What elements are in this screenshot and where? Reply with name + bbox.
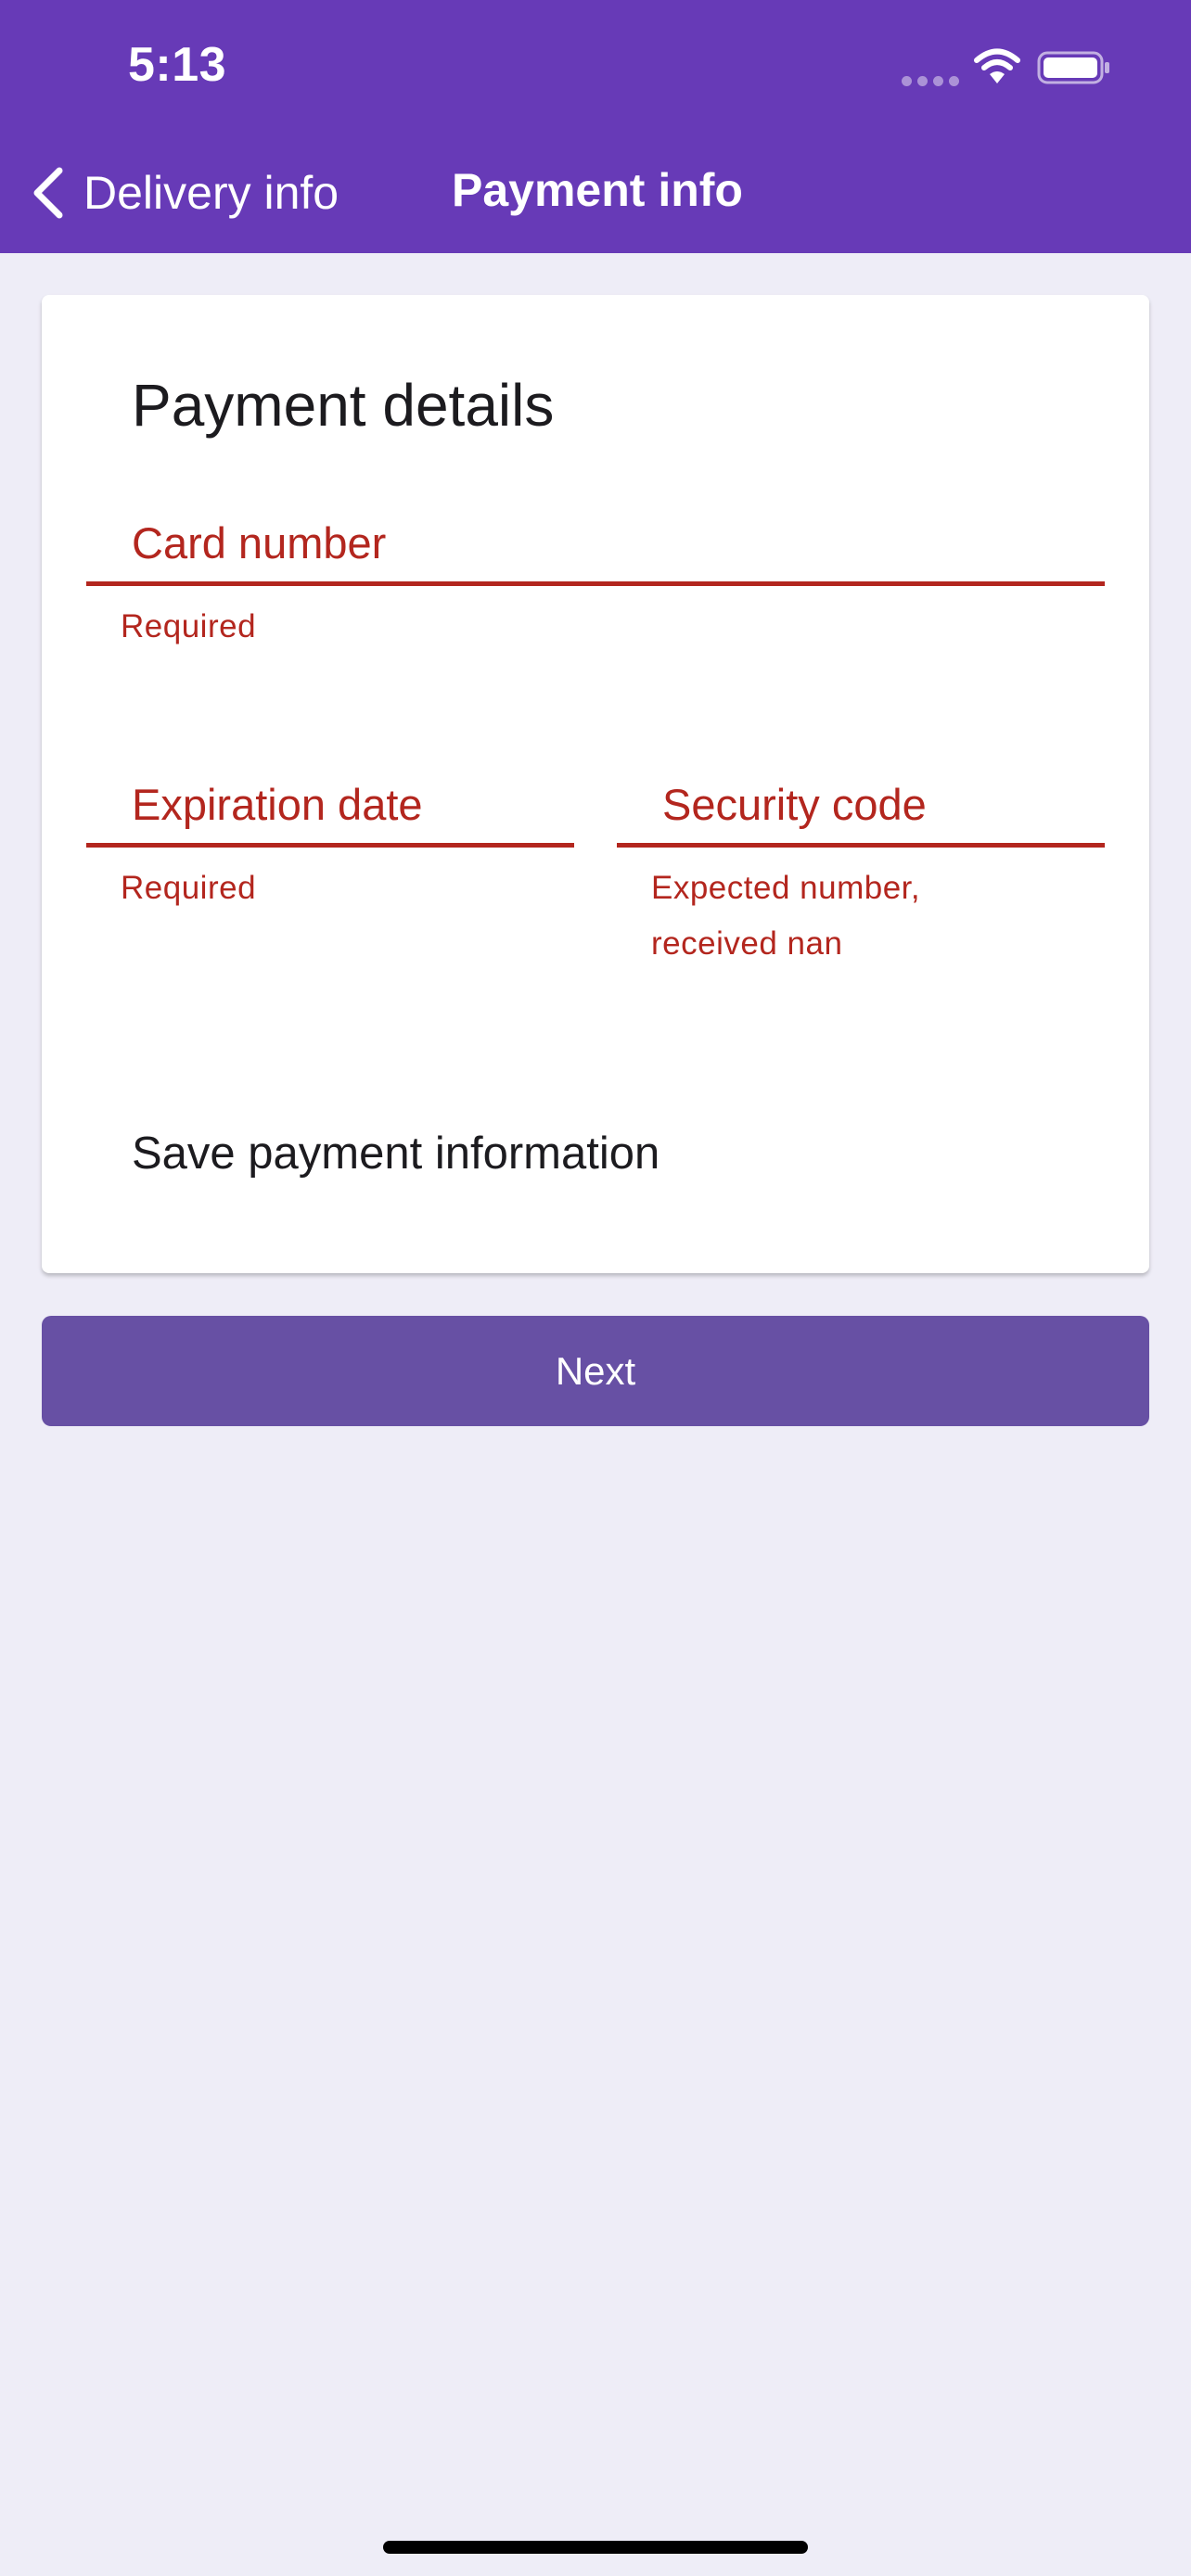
expiration-date-underline [86,843,574,848]
next-button[interactable]: Next [42,1316,1149,1426]
card-number-field[interactable]: Card number Required [86,517,1105,675]
wifi-icon [974,48,1020,83]
back-button-label: Delivery info [83,167,339,219]
security-code-underline [617,843,1105,848]
app-header: 5:13 Delivery info Payment info [0,0,1191,253]
security-code-field[interactable]: Security code Expected number, received … [617,779,1105,992]
card-number-error: Required [121,608,257,644]
expiration-date-field[interactable]: Expiration date Required [86,779,574,937]
card-title: Payment details [132,372,555,439]
signal-dots-icon [902,76,959,86]
payment-details-card: Payment details Card number Required Exp… [42,295,1149,1273]
home-indicator [383,2541,808,2554]
payment-info-screen: 5:13 Delivery info Payment info Payment … [0,0,1191,2576]
expiration-date-label: Expiration date [132,780,423,829]
battery-icon [1037,51,1109,84]
card-number-underline [86,581,1105,586]
security-code-label: Security code [662,780,927,829]
security-code-error-line-1: Expected number, [651,870,921,906]
chevron-back-icon [33,167,63,219]
page-title: Payment info [452,164,743,216]
card-number-label: Card number [132,518,387,567]
security-code-error-line-2: received nan [651,925,843,962]
status-time: 5:13 [128,38,227,92]
back-button[interactable]: Delivery info [28,158,339,228]
expiration-date-error: Required [121,870,257,906]
save-payment-toggle[interactable]: Save payment information [132,1128,660,1180]
